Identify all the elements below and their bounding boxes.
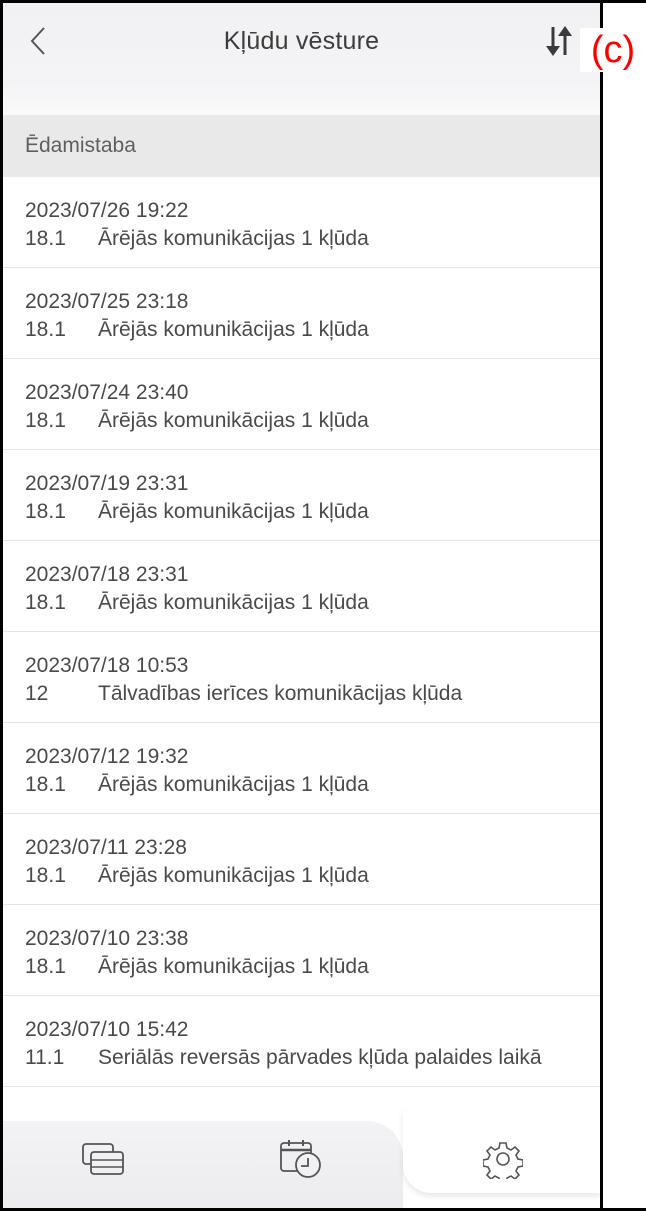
sort-button[interactable] <box>541 21 577 61</box>
list-item[interactable]: 2023/07/12 19:32 18.1 Ārējās komunikācija… <box>3 723 600 814</box>
error-date: 2023/07/18 10:53 <box>25 654 189 677</box>
error-code: 18.1 <box>25 955 66 978</box>
error-date: 2023/07/24 23:40 <box>25 381 189 404</box>
section-title: Ēdamistaba <box>25 134 136 157</box>
error-code: 18.1 <box>25 318 66 341</box>
error-message: Ārējās komunikācijas 1 kļūda <box>98 409 369 432</box>
error-message: Ārējās komunikācijas 1 kļūda <box>98 500 369 523</box>
list-item[interactable]: 2023/07/19 23:31 18.1 Ārējās komunikācija… <box>3 450 600 541</box>
list-item[interactable]: 2023/07/24 23:40 18.1 Ārējās komunikācija… <box>3 359 600 450</box>
tab-schedule[interactable] <box>279 1137 323 1181</box>
error-code: 18.1 <box>25 773 66 796</box>
error-message: Tālvadības ierīces komunikācijas kļūda <box>98 682 463 705</box>
error-date: 2023/07/10 23:38 <box>25 927 189 950</box>
error-code: 18.1 <box>25 591 66 614</box>
error-date: 2023/07/10 15:42 <box>25 1018 189 1041</box>
error-date: 2023/07/11 23:28 <box>25 836 187 859</box>
error-message: Ārējās komunikācijas 1 kļūda <box>98 227 369 250</box>
list-item[interactable]: 2023/07/18 10:53 12 Tālvadības ierīces ko… <box>3 632 600 723</box>
error-date: 2023/07/18 23:31 <box>25 563 189 586</box>
error-code: 18.1 <box>25 227 66 250</box>
devices-icon <box>82 1143 124 1175</box>
error-message: Ārējās komunikācijas 1 kļūda <box>98 955 369 978</box>
list-item[interactable]: 2023/07/11 23:28 18.1 Ārējās komunikācija… <box>3 814 600 905</box>
error-date: 2023/07/19 23:31 <box>25 472 189 495</box>
calendar-clock-icon <box>280 1140 321 1178</box>
error-code: 18.1 <box>25 864 66 887</box>
list-item[interactable]: 2023/07/26 19:22 18.1 Ārējās komunikācija… <box>3 177 600 268</box>
app-header: Kļūdu vēsture <box>3 3 600 115</box>
list-item[interactable]: 2023/07/10 15:42 11.1 Seriālās reversās p… <box>3 996 600 1087</box>
error-list: 2023/07/26 19:22 18.1 Ārējās komunikācija… <box>3 177 600 1087</box>
error-date: 2023/07/25 23:18 <box>25 290 189 313</box>
error-code: 18.1 <box>25 500 66 523</box>
error-code: 11.1 <box>25 1046 65 1069</box>
gear-icon <box>483 1142 523 1179</box>
app-screen: Kļūdu vēsture Ēdamistaba 2023/07/26 19:2… <box>3 3 600 1208</box>
error-message: Ārējās komunikācijas 1 kļūda <box>98 318 369 341</box>
list-item[interactable]: 2023/07/18 23:31 18.1 Ārējās komunikācija… <box>3 541 600 632</box>
error-message: Ārējās komunikācijas 1 kļūda <box>98 773 369 796</box>
error-message: Seriālās reversās pārvades kļūda palaide… <box>98 1046 542 1069</box>
error-message: Ārējās komunikācijas 1 kļūda <box>98 864 369 887</box>
page-title: Kļūdu vēsture <box>223 27 380 55</box>
frame-border <box>600 0 603 1211</box>
error-code: 12 <box>25 682 49 705</box>
tab-devices[interactable] <box>81 1137 125 1181</box>
error-message: Ārējās komunikācijas 1 kļūda <box>98 591 369 614</box>
list-item[interactable]: 2023/07/10 23:38 18.1 Ārējās komunikācija… <box>3 905 600 996</box>
error-date: 2023/07/26 19:22 <box>25 199 189 222</box>
section-header: Ēdamistaba <box>3 115 600 177</box>
error-code: 18.1 <box>25 409 66 432</box>
bottom-navigation <box>3 1109 600 1208</box>
corner-label: (c) <box>580 28 646 72</box>
bottom-nav-background <box>3 1121 403 1208</box>
tab-settings[interactable] <box>481 1137 525 1181</box>
sort-arrows-icon <box>546 26 572 56</box>
list-item[interactable]: 2023/07/25 23:18 18.1 Ārējās komunikācija… <box>3 268 600 359</box>
error-date: 2023/07/12 19:32 <box>25 745 189 768</box>
